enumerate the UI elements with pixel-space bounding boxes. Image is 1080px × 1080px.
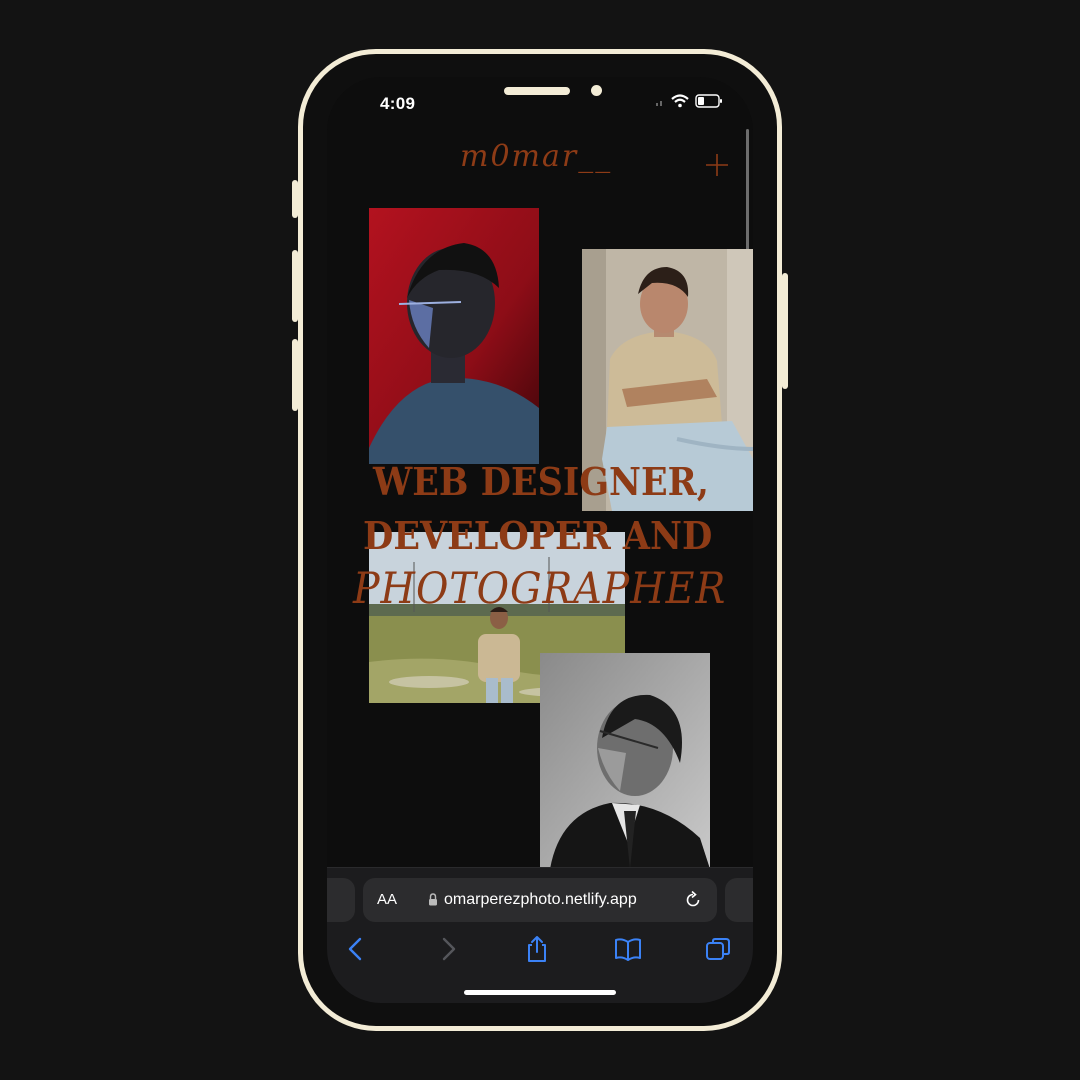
status-icons (655, 94, 723, 108)
home-indicator[interactable] (464, 990, 616, 995)
power-button (782, 273, 788, 389)
phone-screen: 4:09 m0mar__ WEB DESIGNER, DEVELOPER AND… (327, 77, 753, 1003)
headline-line-1: WEB DESIGNER, (373, 459, 709, 504)
battery-icon (695, 94, 722, 108)
menu-plus-icon[interactable] (705, 153, 729, 177)
previous-tab-preview[interactable] (327, 878, 355, 922)
tabs-icon[interactable] (703, 934, 733, 964)
status-time: 4:09 (380, 94, 416, 113)
forward-icon[interactable] (433, 934, 463, 964)
wifi-icon (671, 94, 689, 108)
headline-line-3: PHOTOGRAPHER (353, 564, 727, 614)
headline-line-2: DEVELOPER AND (363, 513, 713, 558)
site-logo[interactable]: m0mar__ (460, 139, 620, 174)
address-bar[interactable]: AA omarperezphoto.netlify.app (363, 878, 717, 922)
front-camera (591, 85, 602, 96)
speaker-grille (504, 87, 570, 95)
reload-icon[interactable] (683, 890, 703, 910)
bw-portrait-photo (540, 653, 710, 869)
safari-toolbar: AA omarperezphoto.netlify.app (327, 867, 753, 1003)
red-portrait-photo (369, 208, 539, 464)
signal-icon (656, 101, 662, 106)
reader-aa-button[interactable]: AA (377, 891, 397, 908)
lock-icon (429, 893, 437, 906)
next-tab-preview[interactable] (725, 878, 753, 922)
bookmarks-icon[interactable] (613, 934, 643, 964)
aa-label: AA (377, 891, 398, 908)
url-text[interactable]: omarperezphoto.netlify.app (444, 891, 637, 909)
back-icon[interactable] (341, 934, 371, 964)
share-icon[interactable] (522, 934, 552, 964)
